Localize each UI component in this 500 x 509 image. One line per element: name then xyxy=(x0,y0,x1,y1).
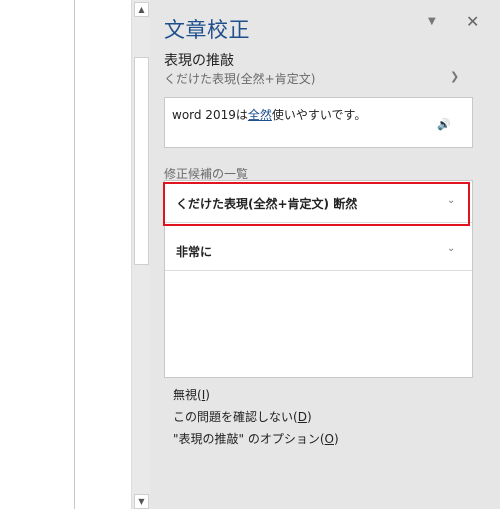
options-link[interactable]: "表現の推敲" のオプション(O) xyxy=(173,431,339,453)
chevron-down-icon: ⌄ xyxy=(447,243,456,254)
issue-type: くだけた表現(全然+肯定文) xyxy=(164,72,316,86)
suggestion-item-2[interactable]: 非常に ⌄ xyxy=(165,232,472,271)
document-area[interactable] xyxy=(75,0,130,509)
sentence-after: 使いやすいです。 xyxy=(271,108,367,122)
pane-options-dropdown-icon[interactable]: ▼ xyxy=(428,16,436,27)
pane-title: 文章校正 xyxy=(164,18,250,42)
context-sentence-box: word 2019は全然使いやすいです。 🔊 xyxy=(164,97,473,148)
issue-heading: 表現の推敲 xyxy=(164,53,234,69)
scroll-thumb[interactable] xyxy=(134,57,149,265)
collapse-chevron-icon[interactable]: ❯ xyxy=(450,70,459,83)
flagged-word[interactable]: 全然 xyxy=(248,108,272,122)
ignore-link[interactable]: 無視(I) xyxy=(173,387,339,409)
dont-check-link[interactable]: この問題を確認しない(D) xyxy=(173,409,339,431)
editor-pane: 文章校正 ▼ ✕ 表現の推敲 くだけた表現(全然+肯定文) ❯ word 201… xyxy=(150,0,500,509)
close-icon[interactable]: ✕ xyxy=(466,12,479,31)
scroll-down-button[interactable]: ▼ xyxy=(134,494,149,509)
sentence-before: word 2019は xyxy=(172,108,248,122)
context-sentence: word 2019は全然使いやすいです。 xyxy=(172,106,366,123)
document-margin xyxy=(0,0,74,509)
scroll-up-button[interactable]: ▲ xyxy=(134,2,149,17)
speaker-icon[interactable]: 🔊 xyxy=(437,118,451,131)
suggestion-label: 非常に xyxy=(176,245,213,259)
vertical-scrollbar[interactable]: ▲ ▼ xyxy=(131,0,150,509)
selected-suggestion-highlight xyxy=(163,182,470,226)
action-links: 無視(I) この問題を確認しない(D) "表現の推敲" のオプション(O) xyxy=(173,387,339,453)
